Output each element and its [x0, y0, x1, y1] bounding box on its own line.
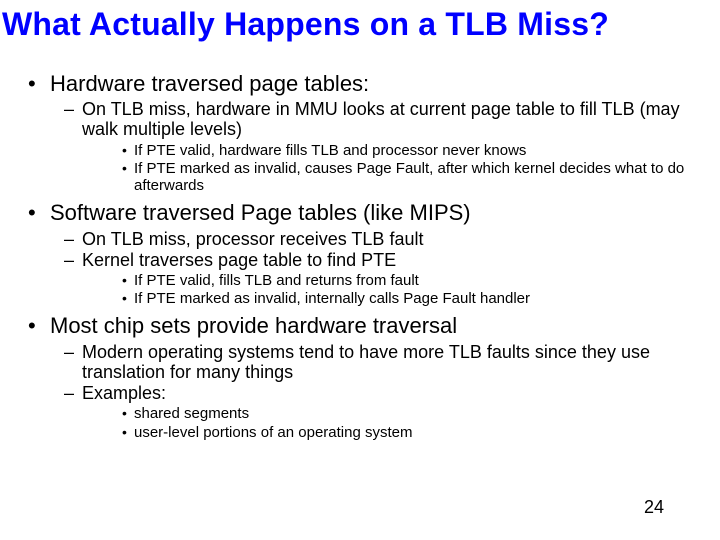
l1-item: Hardware traversed page tables: On TLB m… — [28, 71, 700, 194]
l3-text: If PTE marked as invalid, internally cal… — [134, 290, 530, 307]
l2-item: On TLB miss, hardware in MMU looks at cu… — [50, 99, 700, 194]
l3-item: user-level portions of an operating syst… — [82, 424, 700, 441]
l1-text: Hardware traversed page tables: — [50, 71, 369, 96]
slide-body: Hardware traversed page tables: On TLB m… — [0, 43, 720, 441]
l2-item: Modern operating systems tend to have mo… — [50, 342, 700, 382]
l2-text: On TLB miss, hardware in MMU looks at cu… — [82, 99, 680, 139]
l1-item: Most chip sets provide hardware traversa… — [28, 313, 700, 440]
slide: What Actually Happens on a TLB Miss? Har… — [0, 0, 720, 540]
slide-title: What Actually Happens on a TLB Miss? — [0, 0, 720, 43]
l3-item: If PTE valid, fills TLB and returns from… — [82, 272, 700, 289]
l2-text: Examples: — [82, 383, 166, 403]
l3-text: If PTE valid, fills TLB and returns from… — [134, 272, 419, 289]
l3-item: If PTE valid, hardware fills TLB and pro… — [82, 142, 700, 159]
l3-text: user-level portions of an operating syst… — [134, 424, 412, 441]
l3-item: If PTE marked as invalid, internally cal… — [82, 290, 700, 307]
l3-item: shared segments — [82, 405, 700, 422]
l1-text: Software traversed Page tables (like MIP… — [50, 200, 471, 225]
l1-text: Most chip sets provide hardware traversa… — [50, 313, 457, 338]
l2-item: Kernel traverses page table to find PTE … — [50, 250, 700, 308]
page-number: 24 — [644, 497, 664, 518]
l2-text: On TLB miss, processor receives TLB faul… — [82, 229, 423, 249]
bullet-list: Hardware traversed page tables: On TLB m… — [28, 71, 700, 441]
l2-text: Modern operating systems tend to have mo… — [82, 342, 650, 382]
l3-text: If PTE valid, hardware fills TLB and pro… — [134, 142, 526, 159]
l2-item: Examples: shared segments user-level por… — [50, 383, 700, 441]
l2-text: Kernel traverses page table to find PTE — [82, 250, 396, 270]
l1-item: Software traversed Page tables (like MIP… — [28, 200, 700, 307]
l3-item: If PTE marked as invalid, causes Page Fa… — [82, 160, 700, 195]
l3-text: If PTE marked as invalid, causes Page Fa… — [134, 160, 684, 194]
l2-item: On TLB miss, processor receives TLB faul… — [50, 229, 700, 249]
l3-text: shared segments — [134, 405, 249, 422]
